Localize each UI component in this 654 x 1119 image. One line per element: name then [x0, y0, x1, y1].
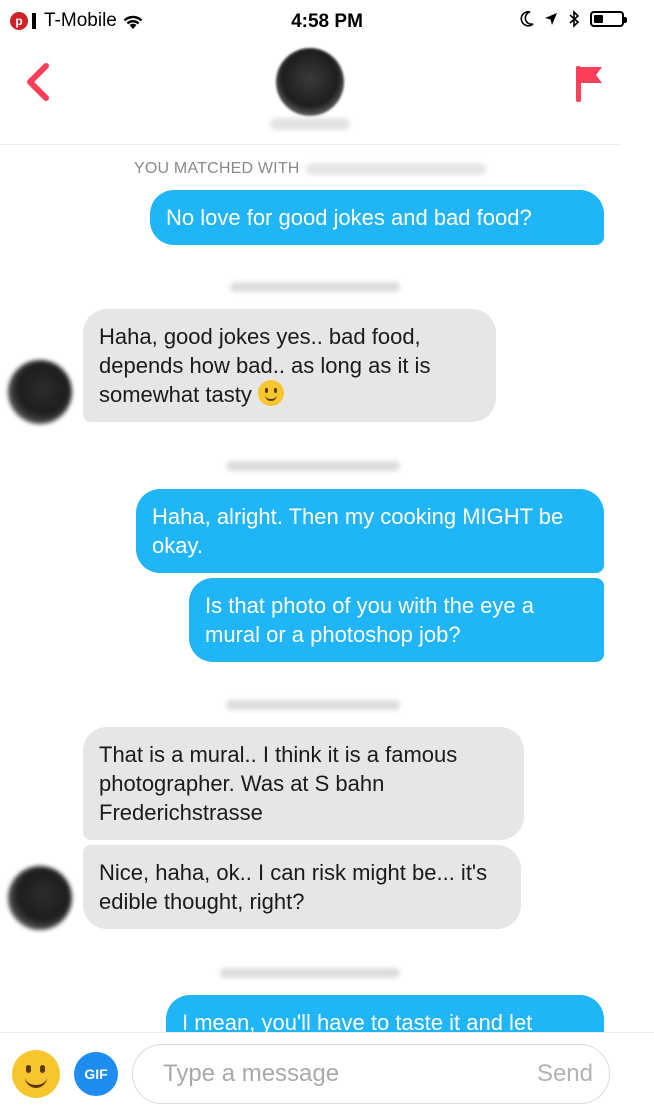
timestamp-blurred	[226, 461, 400, 471]
matched-name-blurred	[305, 163, 486, 175]
timestamp-blurred	[230, 282, 400, 292]
message-composer: GIF Send	[0, 1032, 654, 1119]
smiley-emoji-icon	[257, 380, 284, 406]
flag-icon[interactable]	[574, 64, 604, 104]
message-input-container[interactable]: Send	[132, 1044, 610, 1104]
timestamp-blurred	[226, 700, 400, 710]
status-bar: p T-Mobile 4:58 PM	[0, 0, 654, 44]
message-bubble-incoming[interactable]: Haha, good jokes yes.. bad food, depends…	[83, 309, 496, 422]
moon-icon	[520, 11, 534, 27]
emoji-button[interactable]	[12, 1050, 60, 1098]
gif-button[interactable]: GIF	[74, 1052, 118, 1096]
status-right	[520, 10, 627, 28]
matched-banner: YOU MATCHED WITH	[134, 160, 486, 178]
message-bubble-incoming[interactable]: Nice, haha, ok.. I can risk might be... …	[83, 845, 521, 929]
match-avatar-small[interactable]	[8, 866, 72, 930]
bluetooth-icon	[569, 10, 580, 28]
message-input[interactable]	[161, 1059, 505, 1089]
message-bubble-incoming[interactable]: That is a mural.. I think it is a famous…	[83, 727, 524, 840]
chevron-left-icon[interactable]	[20, 60, 60, 104]
location-icon	[545, 13, 557, 25]
timestamp-blurred	[220, 968, 400, 978]
message-bubble-outgoing[interactable]: Is that photo of you with the eye a mura…	[189, 578, 604, 662]
chat-header	[0, 44, 622, 145]
message-bubble-outgoing[interactable]: Haha, alright. Then my cooking MIGHT be …	[136, 489, 604, 573]
matched-label: YOU MATCHED WITH	[134, 160, 300, 177]
match-name-blurred	[270, 118, 350, 130]
match-avatar[interactable]	[276, 48, 344, 116]
battery-icon	[590, 11, 627, 27]
match-avatar-small[interactable]	[8, 360, 72, 424]
send-button[interactable]: Send	[537, 1060, 593, 1088]
message-bubble-outgoing[interactable]: No love for good jokes and bad food?	[150, 190, 604, 245]
